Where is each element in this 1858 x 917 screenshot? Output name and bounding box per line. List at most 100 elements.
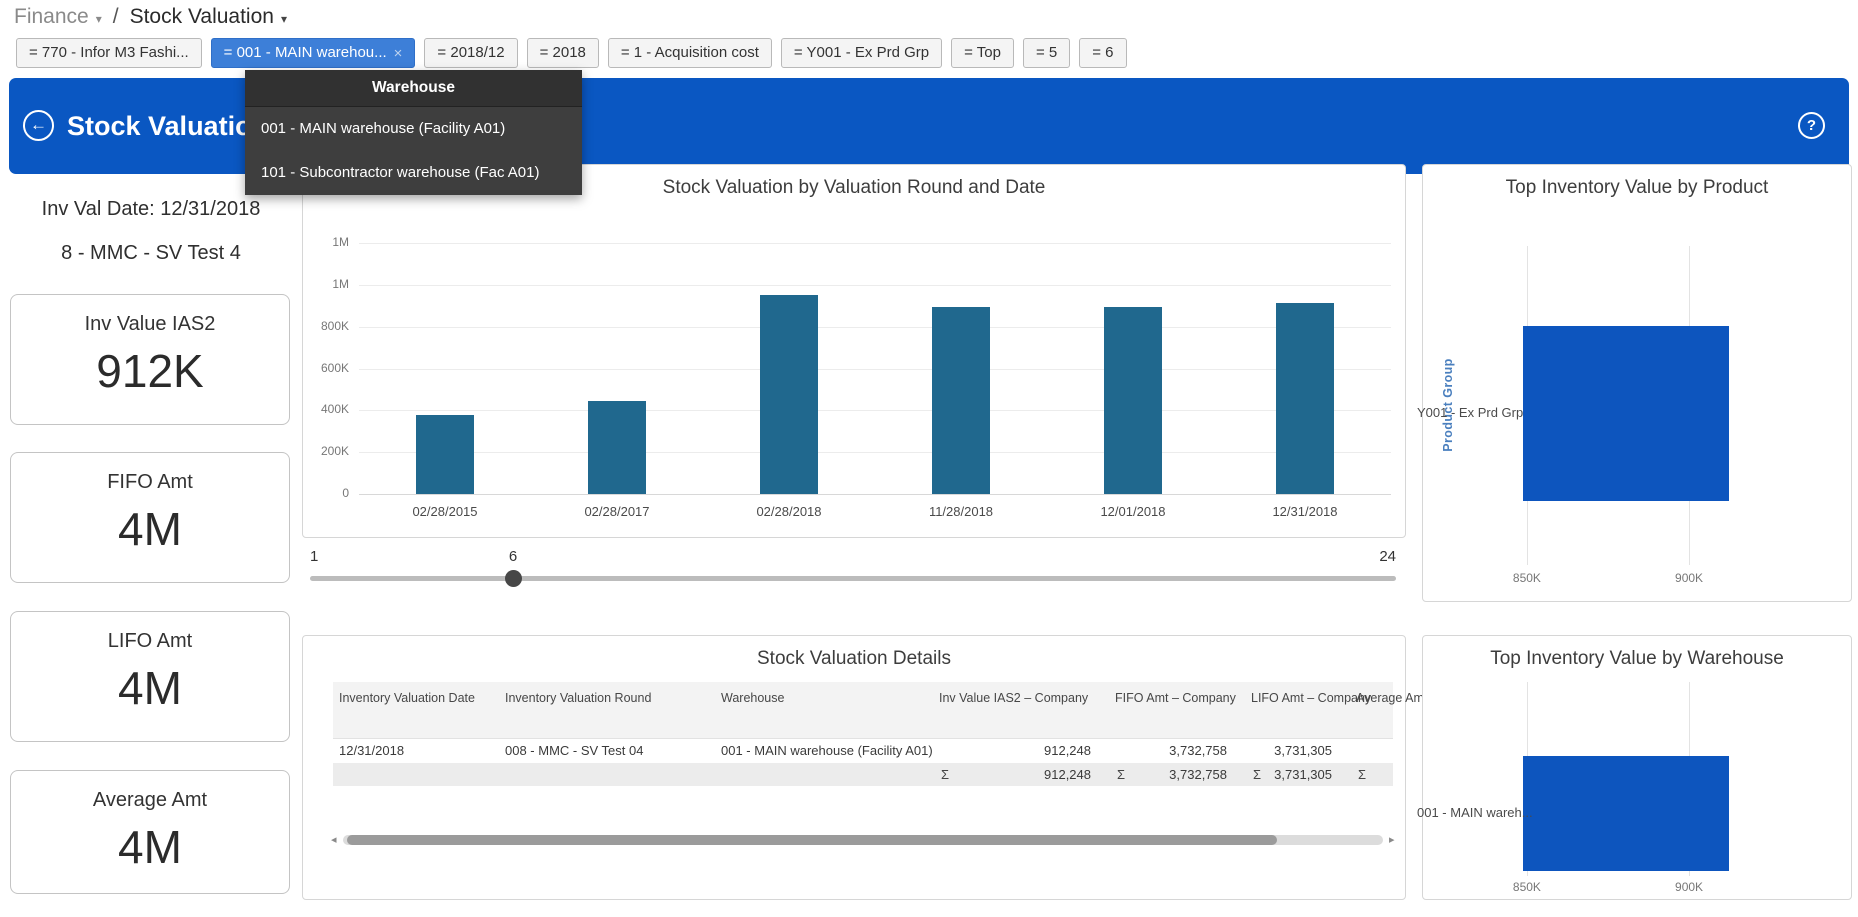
- column-header[interactable]: Average Amt – C: [1350, 682, 1393, 738]
- filter-chip-label: = 2018: [540, 39, 586, 67]
- kpi-value: 4M: [11, 661, 289, 715]
- bar-11/28/2018[interactable]: [932, 307, 990, 494]
- sigma-icon: Σ: [941, 767, 949, 782]
- filter-chip-label: = 001 - MAIN warehou...: [224, 39, 387, 67]
- help-button[interactable]: ?: [1798, 112, 1825, 139]
- dropdown-option[interactable]: 001 - MAIN warehouse (Facility A01): [245, 107, 582, 151]
- bar-chart-plot: 850K900KY001 - Ex Prd Grp: [1523, 246, 1835, 606]
- bar-12/01/2018[interactable]: [1104, 307, 1162, 494]
- slider-min-label: 1: [310, 548, 318, 565]
- slider-handle[interactable]: [505, 570, 522, 587]
- scroll-left-icon[interactable]: ◂: [331, 833, 337, 846]
- table-cell: 3,731,305: [1245, 738, 1350, 763]
- filter-chip[interactable]: = 2018/12: [424, 38, 517, 68]
- bar-chart-plot: 0200K400K600K800K1M1M02/28/201502/28/201…: [359, 243, 1391, 494]
- kpi-card-inv-value-ias2[interactable]: Inv Value IAS2 912K: [10, 294, 290, 425]
- gridline: [359, 494, 1391, 495]
- y-axis-tick: 600K: [303, 361, 349, 375]
- filter-chip[interactable]: = 5: [1023, 38, 1070, 68]
- dropdown-options: 001 - MAIN warehouse (Facility A01)101 -…: [245, 107, 582, 195]
- totals-cell: [715, 763, 933, 786]
- kpi-value: 4M: [11, 820, 289, 874]
- panel-stock-valuation-details: Stock Valuation Details Inventory Valuat…: [302, 635, 1406, 900]
- bar-Y001 - Ex Prd Grp[interactable]: [1523, 326, 1729, 501]
- filter-chip[interactable]: = 770 - Infor M3 Fashi...: [16, 38, 202, 68]
- filter-chip[interactable]: = Top: [951, 38, 1014, 68]
- table-row[interactable]: 12/31/2018008 - MMC - SV Test 04001 - MA…: [333, 738, 1393, 763]
- slider-current-label: 6: [493, 548, 533, 565]
- kpi-sidebar: Inv Val Date: 12/31/2018 8 - MMC - SV Te…: [10, 174, 292, 914]
- breadcrumb: Finance ▾ / Stock Valuation ▾: [14, 5, 287, 29]
- bar-02/28/2018[interactable]: [760, 295, 818, 494]
- filter-chip[interactable]: = 6: [1079, 38, 1126, 68]
- column-header[interactable]: Inventory Valuation Date: [333, 682, 499, 738]
- table-title: Stock Valuation Details: [303, 648, 1405, 670]
- column-header[interactable]: Inventory Valuation Round: [499, 682, 715, 738]
- dashboard-canvas: Finance ▾ / Stock Valuation ▾ = 770 - In…: [0, 0, 1858, 917]
- filter-chip[interactable]: = 2018: [527, 38, 599, 68]
- kpi-label: LIFO Amt: [11, 630, 289, 653]
- column-header[interactable]: Warehouse: [715, 682, 933, 738]
- kpi-card-lifo-amt[interactable]: LIFO Amt 4M: [10, 611, 290, 742]
- question-mark-icon: ?: [1807, 117, 1816, 134]
- y-axis-tick: 400K: [303, 402, 349, 416]
- back-button[interactable]: ←: [23, 110, 54, 141]
- chevron-down-icon[interactable]: ▾: [281, 12, 287, 26]
- bar-12/31/2018[interactable]: [1276, 303, 1334, 494]
- breadcrumb-page[interactable]: Stock Valuation: [130, 5, 274, 29]
- inv-val-date-text: Inv Val Date: 12/31/2018: [10, 198, 292, 221]
- x-axis-tick: 02/28/2017: [547, 504, 687, 519]
- gridline: [359, 410, 1391, 411]
- kpi-label: Inv Value IAS2: [11, 313, 289, 336]
- filter-chip-label: = 2018/12: [437, 39, 504, 67]
- scrollbar-thumb[interactable]: [347, 835, 1277, 845]
- y-axis-tick: 1M: [303, 277, 349, 291]
- kpi-value: 912K: [11, 344, 289, 398]
- gridline: [359, 285, 1391, 286]
- bar-02/28/2017[interactable]: [588, 401, 646, 494]
- filter-chip[interactable]: = 1 - Acquisition cost: [608, 38, 772, 68]
- filter-chip[interactable]: = 001 - MAIN warehou... ×: [211, 38, 416, 68]
- remove-filter-icon[interactable]: ×: [394, 46, 403, 61]
- column-header[interactable]: FIFO Amt – Company: [1109, 682, 1245, 738]
- gridline: [359, 243, 1391, 244]
- gridline: [359, 452, 1391, 453]
- totals-cell: Σ3,731,305: [1245, 763, 1350, 786]
- horizontal-scrollbar[interactable]: [343, 835, 1383, 845]
- filter-chip-bar: = 770 - Infor M3 Fashi... = 001 - MAIN wa…: [16, 38, 1127, 68]
- x-axis-tick: 11/28/2018: [891, 504, 1031, 519]
- totals-cell: Σ: [1350, 763, 1393, 786]
- filter-chip-label: = 1 - Acquisition cost: [621, 39, 759, 67]
- kpi-card-fifo-amt[interactable]: FIFO Amt 4M: [10, 452, 290, 583]
- bar-02/28/2015[interactable]: [416, 415, 474, 494]
- panel-top-inventory-by-product: Top Inventory Value by Product Product G…: [1422, 164, 1852, 602]
- breadcrumb-section[interactable]: Finance: [14, 5, 89, 29]
- scroll-right-icon[interactable]: ▸: [1389, 833, 1395, 846]
- x-axis-tick: 850K: [1487, 880, 1567, 894]
- x-axis-tick: 850K: [1487, 571, 1567, 585]
- filter-chip-label: = Top: [964, 39, 1001, 67]
- kpi-value: 4M: [11, 502, 289, 556]
- gridline: [359, 327, 1391, 328]
- y-axis-tick: 0: [303, 486, 349, 500]
- table-cell: 12/31/2018: [333, 738, 499, 763]
- kpi-card-average-amt[interactable]: Average Amt4M: [10, 770, 290, 894]
- details-table: Inventory Valuation DateInventory Valuat…: [333, 682, 1393, 786]
- totals-cell: [499, 763, 715, 786]
- breadcrumb-separator: /: [113, 5, 119, 29]
- column-header[interactable]: Inv Value IAS2 – Company: [933, 682, 1109, 738]
- slider-track[interactable]: [310, 576, 1396, 581]
- bar-001 - MAIN wareh...[interactable]: [1523, 756, 1729, 871]
- valuation-round-text: 8 - MMC - SV Test 4: [10, 242, 292, 265]
- column-header[interactable]: LIFO Amt – Company: [1245, 682, 1350, 738]
- sigma-icon: Σ: [1358, 767, 1366, 782]
- dropdown-option[interactable]: 101 - Subcontractor warehouse (Fac A01): [245, 151, 582, 195]
- x-axis-tick: 02/28/2015: [375, 504, 515, 519]
- filter-chip[interactable]: = Y001 - Ex Prd Grp: [781, 38, 942, 68]
- x-axis-tick: 900K: [1649, 571, 1729, 585]
- totals-cell: Σ3,732,758: [1109, 763, 1245, 786]
- x-axis-tick: 12/01/2018: [1063, 504, 1203, 519]
- kpi-label: FIFO Amt: [11, 471, 289, 494]
- totals-cell: Σ912,248: [933, 763, 1109, 786]
- chevron-down-icon[interactable]: ▾: [96, 12, 102, 26]
